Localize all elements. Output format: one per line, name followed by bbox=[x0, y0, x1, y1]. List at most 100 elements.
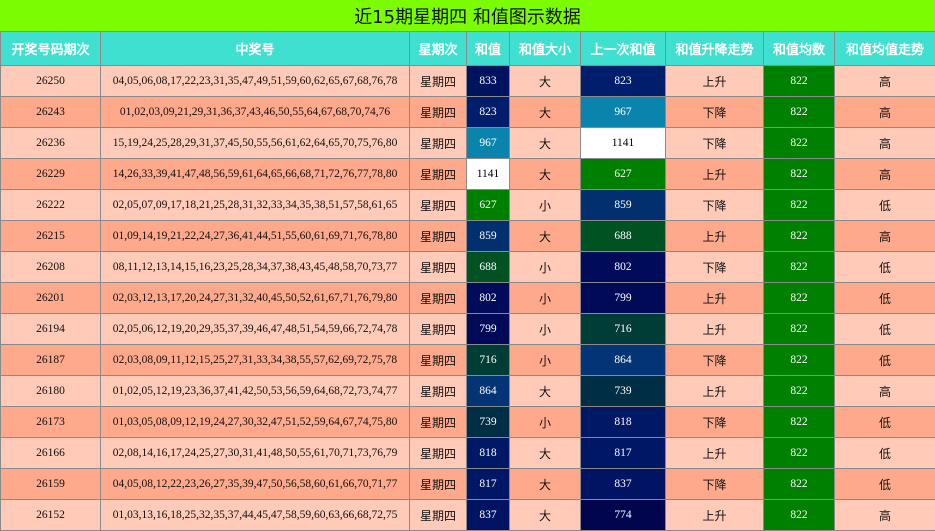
cell-avg: 822 bbox=[764, 66, 835, 97]
cell-sum: 837 bbox=[467, 500, 510, 531]
cell-weekday: 星期四 bbox=[410, 283, 467, 314]
cell-numbers: 01,02,03,09,21,29,31,36,37,43,46,50,55,6… bbox=[101, 97, 410, 128]
header-prev-sum: 上一次和值 bbox=[581, 32, 666, 66]
cell-avg: 822 bbox=[764, 407, 835, 438]
cell-avg: 822 bbox=[764, 221, 835, 252]
cell-size: 大 bbox=[510, 500, 581, 531]
cell-size: 大 bbox=[510, 97, 581, 128]
table-row: 2619402,05,06,12,19,20,29,35,37,39,46,47… bbox=[1, 314, 935, 345]
table-row: 2625004,05,06,08,17,22,23,31,35,47,49,51… bbox=[1, 66, 935, 97]
cell-size: 小 bbox=[510, 407, 581, 438]
cell-avg: 822 bbox=[764, 438, 835, 469]
cell-avg: 822 bbox=[764, 500, 835, 531]
cell-avg-trend: 高 bbox=[835, 66, 935, 97]
cell-numbers: 01,02,05,12,19,23,36,37,41,42,50,53,56,5… bbox=[101, 376, 410, 407]
cell-period: 26152 bbox=[1, 500, 101, 531]
cell-avg: 822 bbox=[764, 345, 835, 376]
cell-avg: 822 bbox=[764, 159, 835, 190]
cell-avg-trend: 低 bbox=[835, 252, 935, 283]
cell-numbers: 04,05,08,12,22,23,26,27,35,39,47,50,56,5… bbox=[101, 469, 410, 500]
cell-sum: 818 bbox=[467, 438, 510, 469]
cell-size: 大 bbox=[510, 128, 581, 159]
cell-sum: 799 bbox=[467, 314, 510, 345]
cell-sum: 864 bbox=[467, 376, 510, 407]
cell-numbers: 02,05,06,12,19,20,29,35,37,39,46,47,48,5… bbox=[101, 314, 410, 345]
cell-size: 小 bbox=[510, 314, 581, 345]
cell-trend: 上升 bbox=[666, 159, 764, 190]
header-avg-trend: 和值均值走势 bbox=[835, 32, 935, 66]
cell-avg-trend: 高 bbox=[835, 500, 935, 531]
cell-size: 大 bbox=[510, 469, 581, 500]
sum-data-table: 开奖号码期次 中奖号 星期次 和值 和值大小 上一次和值 和值升降走势 和值均数… bbox=[0, 31, 935, 531]
cell-avg-trend: 高 bbox=[835, 376, 935, 407]
table-row: 2620102,03,12,13,17,20,24,27,31,32,40,45… bbox=[1, 283, 935, 314]
cell-sum: 817 bbox=[467, 469, 510, 500]
cell-weekday: 星期四 bbox=[410, 221, 467, 252]
table-row: 2616602,08,14,16,17,24,25,27,30,31,41,48… bbox=[1, 438, 935, 469]
cell-sum: 802 bbox=[467, 283, 510, 314]
cell-sum: 859 bbox=[467, 221, 510, 252]
cell-period: 26250 bbox=[1, 66, 101, 97]
cell-prev-sum: 802 bbox=[581, 252, 666, 283]
header-trend: 和值升降走势 bbox=[666, 32, 764, 66]
table-row: 2621501,09,14,19,21,22,24,27,36,41,44,51… bbox=[1, 221, 935, 252]
cell-trend: 下降 bbox=[666, 97, 764, 128]
cell-numbers: 01,09,14,19,21,22,24,27,36,41,44,51,55,6… bbox=[101, 221, 410, 252]
cell-avg-trend: 低 bbox=[835, 190, 935, 221]
cell-trend: 下降 bbox=[666, 190, 764, 221]
cell-avg: 822 bbox=[764, 128, 835, 159]
cell-avg: 822 bbox=[764, 97, 835, 128]
cell-size: 小 bbox=[510, 283, 581, 314]
header-sum: 和值 bbox=[467, 32, 510, 66]
cell-numbers: 04,05,06,08,17,22,23,31,35,47,49,51,59,6… bbox=[101, 66, 410, 97]
header-size: 和值大小 bbox=[510, 32, 581, 66]
cell-avg-trend: 低 bbox=[835, 469, 935, 500]
cell-numbers: 01,03,05,08,09,12,19,24,27,30,32,47,51,5… bbox=[101, 407, 410, 438]
cell-period: 26222 bbox=[1, 190, 101, 221]
cell-prev-sum: 837 bbox=[581, 469, 666, 500]
cell-sum: 688 bbox=[467, 252, 510, 283]
table-row: 2618001,02,05,12,19,23,36,37,41,42,50,53… bbox=[1, 376, 935, 407]
cell-sum: 967 bbox=[467, 128, 510, 159]
cell-avg-trend: 高 bbox=[835, 221, 935, 252]
cell-avg: 822 bbox=[764, 376, 835, 407]
cell-prev-sum: 716 bbox=[581, 314, 666, 345]
cell-prev-sum: 859 bbox=[581, 190, 666, 221]
cell-avg: 822 bbox=[764, 469, 835, 500]
cell-numbers: 02,03,08,09,11,12,15,25,27,31,33,34,38,5… bbox=[101, 345, 410, 376]
cell-avg-trend: 高 bbox=[835, 159, 935, 190]
cell-avg: 822 bbox=[764, 283, 835, 314]
cell-period: 26208 bbox=[1, 252, 101, 283]
cell-size: 大 bbox=[510, 221, 581, 252]
cell-period: 26215 bbox=[1, 221, 101, 252]
cell-size: 大 bbox=[510, 438, 581, 469]
cell-avg-trend: 低 bbox=[835, 345, 935, 376]
cell-sum: 823 bbox=[467, 97, 510, 128]
cell-avg: 822 bbox=[764, 252, 835, 283]
cell-weekday: 星期四 bbox=[410, 438, 467, 469]
cell-avg-trend: 高 bbox=[835, 97, 935, 128]
cell-sum: 716 bbox=[467, 345, 510, 376]
cell-trend: 下降 bbox=[666, 345, 764, 376]
header-numbers: 中奖号 bbox=[101, 32, 410, 66]
cell-prev-sum: 967 bbox=[581, 97, 666, 128]
cell-period: 26159 bbox=[1, 469, 101, 500]
cell-prev-sum: 739 bbox=[581, 376, 666, 407]
cell-prev-sum: 1141 bbox=[581, 128, 666, 159]
cell-trend: 下降 bbox=[666, 407, 764, 438]
cell-weekday: 星期四 bbox=[410, 376, 467, 407]
cell-size: 大 bbox=[510, 66, 581, 97]
cell-sum: 1141 bbox=[467, 159, 510, 190]
cell-numbers: 02,08,14,16,17,24,25,27,30,31,41,48,50,5… bbox=[101, 438, 410, 469]
cell-period: 26180 bbox=[1, 376, 101, 407]
cell-size: 小 bbox=[510, 252, 581, 283]
cell-weekday: 星期四 bbox=[410, 314, 467, 345]
cell-avg: 822 bbox=[764, 314, 835, 345]
cell-prev-sum: 799 bbox=[581, 283, 666, 314]
cell-weekday: 星期四 bbox=[410, 500, 467, 531]
table-row: 2617301,03,05,08,09,12,19,24,27,30,32,47… bbox=[1, 407, 935, 438]
cell-weekday: 星期四 bbox=[410, 252, 467, 283]
cell-weekday: 星期四 bbox=[410, 159, 467, 190]
cell-trend: 下降 bbox=[666, 128, 764, 159]
cell-weekday: 星期四 bbox=[410, 190, 467, 221]
